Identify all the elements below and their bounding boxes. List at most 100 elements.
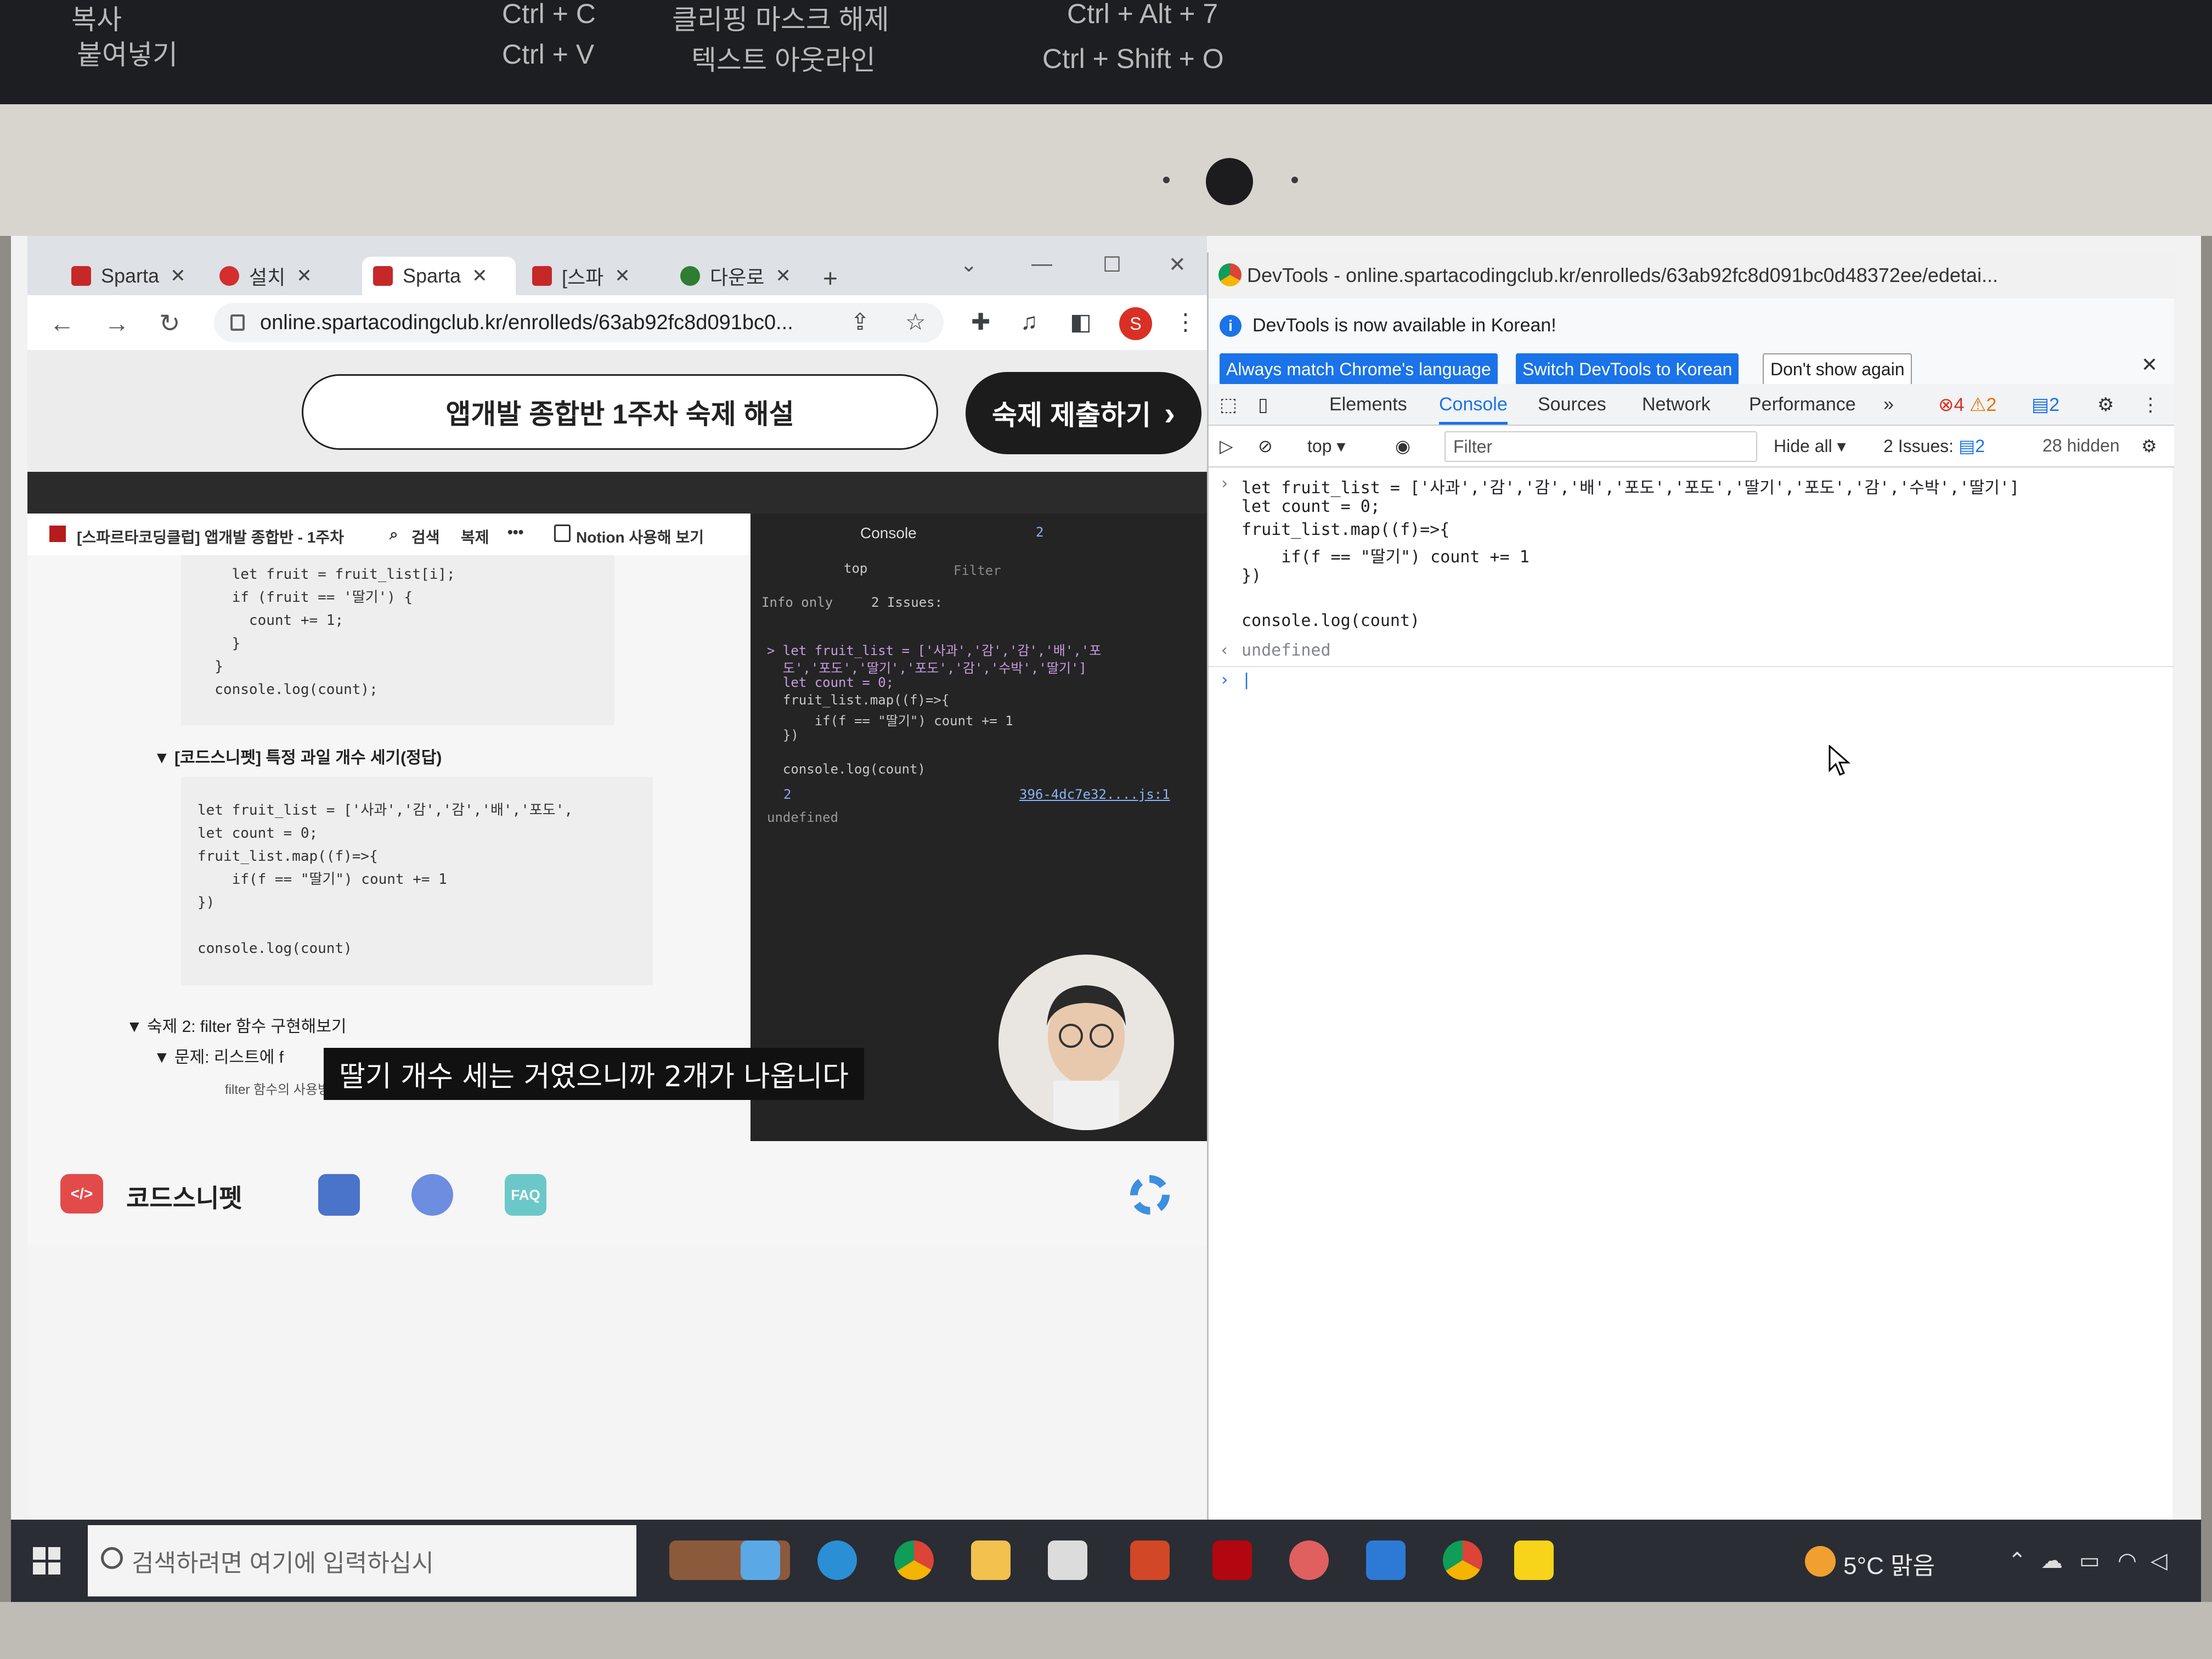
alarm-app-icon[interactable]: [1289, 1541, 1329, 1580]
tab-performance[interactable]: Performance: [1749, 394, 1856, 415]
wifi-icon[interactable]: ◠: [2118, 1548, 2137, 1573]
volume-icon[interactable]: ◁: [2151, 1548, 2168, 1573]
file-explorer-icon[interactable]: [971, 1541, 1011, 1580]
reload-icon[interactable]: ↻: [159, 308, 180, 338]
inspect-icon[interactable]: ⬚: [1220, 394, 1237, 416]
cloud-icon[interactable]: ☁: [2041, 1548, 2063, 1573]
kebab-menu-icon[interactable]: ⋮: [2141, 394, 2160, 416]
app-icon-bird[interactable]: [741, 1541, 780, 1580]
console-line: fruit_list.map((f)=>{: [1242, 520, 1450, 539]
mini-context: top: [844, 561, 868, 576]
mini-code-line: let count = 0;: [767, 675, 894, 690]
new-tab-button[interactable]: +: [823, 263, 838, 293]
lecture-video[interactable]: [스파르타코딩클럽] 앱개발 종합반 - 1주차 ⌕ 검색 복제 ••• Not…: [27, 472, 1207, 1141]
close-icon[interactable]: ✕: [775, 265, 791, 287]
browser-tab[interactable]: Sparta ✕: [60, 257, 208, 295]
heart-favicon-icon: [219, 266, 239, 286]
sidebar-toggle-icon[interactable]: ▷: [1220, 436, 1233, 456]
chat-icon[interactable]: [411, 1174, 453, 1216]
settings-gear-icon[interactable]: [1130, 1175, 1170, 1215]
edge-browser-icon[interactable]: [817, 1541, 857, 1580]
tab-network[interactable]: Network: [1642, 394, 1711, 415]
media-icon[interactable]: ♫: [1020, 308, 1038, 335]
match-language-button[interactable]: Always match Chrome's language: [1220, 353, 1498, 385]
tab-label: 다운로: [710, 266, 765, 289]
chrome-app-icon[interactable]: [894, 1541, 934, 1580]
chrome-window: Sparta ✕ 설치 ✕ Sparta ✕ [스파 ✕ 다운로 ✕ + ⌄ —…: [27, 236, 1207, 1520]
store-icon[interactable]: [1048, 1541, 1087, 1580]
tab-elements[interactable]: Elements: [1329, 394, 1407, 415]
forward-icon[interactable]: →: [104, 308, 129, 338]
toggle-homework-2: ▼ 숙제 2: filter 함수 구현해보기: [126, 1018, 347, 1036]
tab-sources[interactable]: Sources: [1538, 394, 1606, 415]
browser-tab[interactable]: [스파 ✕: [521, 257, 669, 295]
extensions-icon[interactable]: ✚: [971, 308, 990, 335]
console-settings-icon[interactable]: ⚙: [2141, 436, 2157, 456]
code-logo-icon: </>: [60, 1174, 103, 1214]
browser-tab[interactable]: 다운로 ✕: [669, 257, 817, 295]
chevron-up-icon[interactable]: ⌃: [2008, 1548, 2027, 1573]
clear-console-icon[interactable]: ⊘: [1258, 436, 1273, 456]
more-tabs-icon[interactable]: »: [1883, 394, 1894, 415]
browser-tab[interactable]: 설치 ✕: [208, 257, 357, 295]
browser-tab-active[interactable]: Sparta ✕: [362, 257, 516, 295]
context-selector[interactable]: top ▾: [1307, 436, 1345, 456]
address-bar[interactable]: online.spartacodingclub.kr/enrolleds/63a…: [214, 303, 944, 342]
profile-avatar[interactable]: S: [1119, 307, 1152, 340]
dont-show-again-button[interactable]: Don't show again: [1763, 353, 1912, 385]
issues-badge[interactable]: ▤2: [2032, 394, 2059, 416]
menu-icon[interactable]: ⋮: [1174, 308, 1197, 335]
maximize-icon[interactable]: ☐: [1103, 252, 1121, 277]
minimize-icon[interactable]: —: [1031, 252, 1052, 276]
copy-label: 복사: [71, 4, 122, 35]
device-toolbar-icon[interactable]: ▯: [1258, 394, 1268, 416]
netflix-icon[interactable]: [1212, 1541, 1252, 1580]
close-window-icon[interactable]: ✕: [1169, 252, 1186, 277]
console-filter-input[interactable]: Filter: [1444, 431, 1757, 462]
issues-count: 2: [1975, 436, 1985, 456]
search-placeholder: 검색하려면 여기에 입력하십시: [132, 1550, 434, 1577]
chrome-app-icon[interactable]: [1443, 1541, 1482, 1580]
mini-undefined: undefined: [767, 810, 839, 825]
issues-button[interactable]: 2 Issues: ▤2: [1883, 436, 1985, 456]
battery-icon[interactable]: ▭: [2079, 1548, 2100, 1573]
instructor-face-icon: [1047, 985, 1126, 1130]
text-outline-label: 텍스트 아웃라인: [691, 45, 876, 76]
taskbar-search[interactable]: 검색하려면 여기에 입력하십시: [88, 1525, 636, 1596]
side-panel-icon[interactable]: ◧: [1070, 308, 1092, 335]
settings-gear-icon[interactable]: ⚙: [2097, 394, 2114, 416]
tab-search-icon[interactable]: ⌄: [960, 252, 978, 277]
close-icon[interactable]: ✕: [2141, 353, 2158, 376]
close-icon[interactable]: ✕: [614, 265, 630, 287]
error-count-badge[interactable]: ⊗4 ⚠2: [1938, 394, 1996, 416]
windows-start-icon[interactable]: [33, 1547, 60, 1575]
mini-code-line: if(f == "딸기") count += 1: [767, 713, 1013, 729]
search-icon: [101, 1547, 123, 1569]
weather-text[interactable]: 5°C 맑음: [1843, 1546, 1935, 1581]
url-text: online.spartacodingclub.kr/enrolleds/63a…: [260, 311, 793, 334]
mini-issue-count: 2: [1036, 524, 1044, 540]
back-icon[interactable]: ←: [49, 308, 75, 338]
tab-console[interactable]: Console: [1439, 394, 1508, 425]
notes-icon[interactable]: [318, 1174, 360, 1216]
share-icon[interactable]: ⇪: [850, 308, 870, 335]
bookmark-star-icon[interactable]: ☆: [905, 308, 926, 335]
log-levels-dropdown[interactable]: Hide all ▾: [1774, 436, 1846, 456]
switch-korean-button[interactable]: Switch DevTools to Korean: [1516, 353, 1739, 385]
tab-label: 설치: [249, 266, 286, 289]
mini-console-tab: Console: [860, 524, 917, 541]
eye-icon[interactable]: ◉: [1395, 436, 1410, 456]
lock-icon: [230, 314, 245, 331]
submit-homework-button[interactable]: 숙제 제출하기 ›: [966, 372, 1201, 454]
close-icon[interactable]: ✕: [170, 265, 186, 287]
close-icon[interactable]: ✕: [472, 265, 488, 287]
console-output[interactable]: › let fruit_list = ['사과','감','감','배','포도…: [1209, 467, 2174, 1536]
office-icon[interactable]: [1130, 1541, 1170, 1580]
kakaotalk-icon[interactable]: [1514, 1541, 1554, 1580]
tab-label: [스파: [562, 266, 604, 289]
faq-icon[interactable]: FAQ: [505, 1174, 546, 1216]
console-caret[interactable]: |: [1242, 670, 1251, 690]
close-icon[interactable]: ✕: [296, 265, 312, 287]
vscode-icon[interactable]: [1366, 1541, 1406, 1580]
download-favicon-icon: [680, 266, 700, 286]
